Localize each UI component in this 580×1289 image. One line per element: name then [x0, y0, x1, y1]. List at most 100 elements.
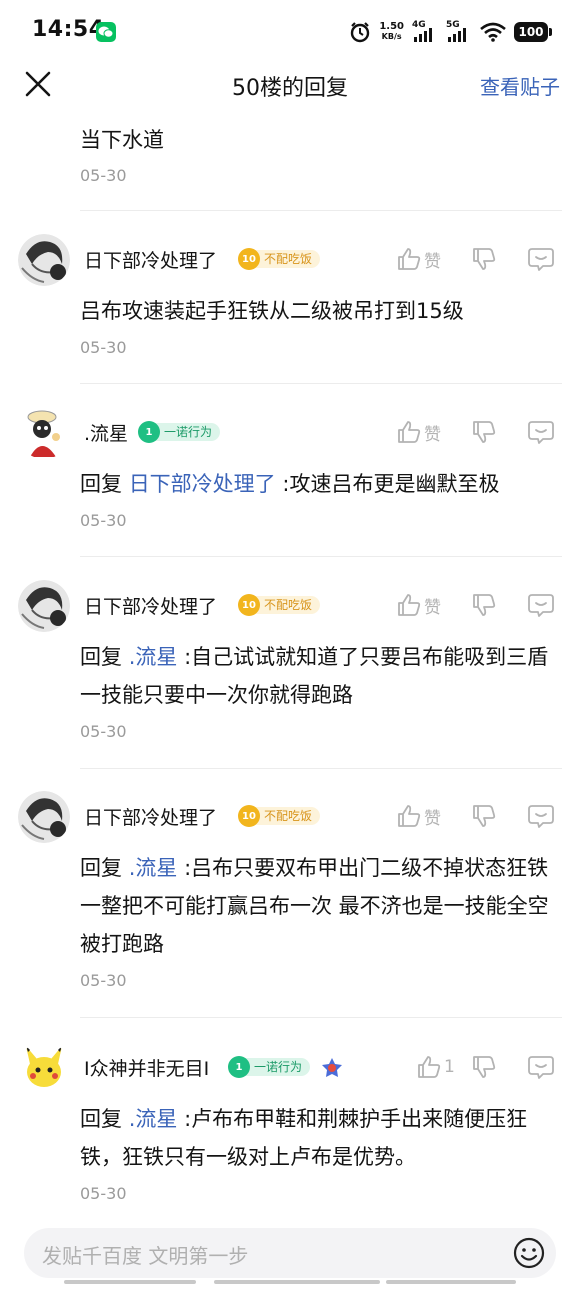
dislike-button[interactable]	[471, 1052, 497, 1082]
level-badge: 10 不配吃饭	[238, 594, 321, 616]
speed-value: 1.50	[379, 21, 404, 32]
reply-prefix: 回复	[80, 856, 122, 880]
username[interactable]: I众神并非无目I	[84, 1054, 209, 1081]
comment-date: 05-30	[80, 971, 127, 990]
reply-prefix: 回复	[80, 472, 122, 496]
dislike-button[interactable]	[471, 590, 497, 620]
signal-4g: 4G	[412, 20, 438, 44]
comment-date: 05-30	[80, 338, 127, 357]
comment-item: 日下部冷处理了 10 不配吃饭 赞 吕布攻速装起手狂铁从二级被吊打到15级 05…	[0, 234, 580, 384]
reply-button[interactable]	[527, 801, 555, 831]
comment-text: 回复 日下部冷处理了 :攻速吕布更是幽默至极	[80, 465, 564, 503]
like-label: 赞	[424, 597, 441, 618]
comment-icon	[528, 248, 554, 271]
comment-text: 吕布攻速装起手狂铁从二级被吊打到15级	[80, 292, 564, 330]
reply-to-user[interactable]: .流星	[129, 645, 178, 669]
like-button[interactable]: 赞	[396, 801, 441, 831]
reply-button[interactable]	[527, 244, 555, 274]
thumbs-down-icon	[473, 594, 496, 616]
thumbs-up-icon	[398, 594, 421, 616]
thumbs-down-icon	[473, 805, 496, 827]
avatar[interactable]	[18, 234, 70, 286]
speed-unit: KB/s	[381, 32, 402, 41]
dislike-button[interactable]	[471, 417, 497, 447]
level-icon: 10	[238, 594, 260, 616]
username[interactable]: .流星	[84, 419, 128, 446]
level-badge: 10 不配吃饭	[238, 805, 321, 827]
comment-date: 05-30	[80, 722, 127, 741]
like-button[interactable]: 赞	[396, 244, 441, 274]
reply-to-user[interactable]: 日下部冷处理了	[129, 472, 276, 496]
thumbs-up-icon	[418, 1056, 441, 1078]
comment-item: .流星 1 一诺行为 赞 回复 日下部冷处理了 :攻速吕布更是幽默至极 05-3…	[0, 407, 580, 557]
comment-body: 吕布攻速装起手狂铁从二级被吊打到15级	[80, 299, 464, 323]
divider	[80, 210, 562, 211]
bottom-input-bar: 发贴千百度 文明第一步	[0, 1214, 580, 1289]
battery-indicator: 100	[514, 22, 552, 42]
home-indicator	[214, 1280, 380, 1284]
network-speed: 1.50 KB/s	[379, 22, 404, 42]
comment-body: :攻速吕布更是幽默至极	[282, 472, 500, 496]
level-icon: 10	[238, 805, 260, 827]
reply-button[interactable]	[527, 590, 555, 620]
comment-text: 回复 .流星 :卢布布甲鞋和荆棘护手出来随便压狂铁，狂铁只有一级对上卢布是优势。	[80, 1100, 564, 1176]
thumbs-down-icon	[473, 248, 496, 270]
thumbs-down-icon	[473, 1056, 496, 1078]
like-button[interactable]: 1	[416, 1052, 455, 1082]
like-button[interactable]: 赞	[396, 590, 441, 620]
reply-prefix: 回复	[80, 1107, 122, 1131]
view-post-link[interactable]: 查看贴子	[480, 71, 560, 100]
first-reply-date: 05-30	[80, 166, 127, 185]
comment-date: 05-30	[80, 1184, 127, 1203]
first-reply-text: 当下水道	[80, 128, 164, 152]
avatar[interactable]	[18, 1042, 70, 1094]
comment-icon	[528, 594, 554, 617]
level-badge: 1 一诺行为	[138, 421, 221, 443]
thumbs-up-icon	[398, 805, 421, 827]
reply-button[interactable]	[527, 417, 555, 447]
comment-actions: 赞	[396, 244, 562, 274]
reply-input-placeholder: 发贴千百度 文明第一步	[42, 1244, 249, 1268]
comment-text: 回复 .流星 :吕布只要双布甲出门二级不掉状态狂铁一整把不可能打赢吕布一次 最不…	[80, 849, 564, 963]
reply-prefix: 回复	[80, 645, 122, 669]
like-count: 1	[444, 1057, 455, 1077]
username[interactable]: 日下部冷处理了	[84, 246, 217, 273]
status-time: 14:54	[32, 17, 105, 42]
username[interactable]: 日下部冷处理了	[84, 592, 217, 619]
alarm-icon	[351, 22, 370, 43]
username[interactable]: 日下部冷处理了	[84, 803, 217, 830]
avatar[interactable]	[18, 580, 70, 632]
like-button[interactable]: 赞	[396, 417, 441, 447]
level-badge: 1 一诺行为	[228, 1056, 311, 1078]
wifi-icon	[480, 22, 506, 42]
like-label: 赞	[424, 251, 441, 272]
like-label: 赞	[424, 808, 441, 829]
dislike-button[interactable]	[471, 244, 497, 274]
vip-crown-icon	[320, 1056, 344, 1084]
comment-actions: 1	[416, 1052, 562, 1082]
status-icons: 1.50 KB/s 4G 5G 100	[349, 18, 552, 46]
wechat-icon	[96, 22, 116, 42]
reply-to-user[interactable]: .流星	[129, 856, 178, 880]
level-icon: 10	[238, 248, 260, 270]
emoji-icon	[513, 1237, 545, 1269]
home-indicator	[64, 1280, 196, 1284]
comment-actions: 赞	[396, 590, 562, 620]
status-bar: 14:54 1.50 KB/s 4G 5G 100	[0, 0, 580, 62]
reply-button[interactable]	[527, 1052, 555, 1082]
comment-icon	[528, 1056, 554, 1079]
avatar[interactable]	[18, 407, 70, 459]
signal-5g: 5G	[446, 20, 472, 44]
divider	[80, 1017, 562, 1018]
avatar[interactable]	[18, 791, 70, 843]
reply-to-user[interactable]: .流星	[129, 1107, 178, 1131]
comment-actions: 赞	[396, 417, 562, 447]
divider	[80, 768, 562, 769]
reply-input[interactable]: 发贴千百度 文明第一步	[24, 1228, 556, 1278]
comment-item: 日下部冷处理了 10 不配吃饭 赞 回复 .流星 :自己试试就知道了只要吕布能吸…	[0, 580, 580, 770]
comment-text: 回复 .流星 :自己试试就知道了只要吕布能吸到三盾一技能只要中一次你就得跑路	[80, 638, 564, 714]
dislike-button[interactable]	[471, 801, 497, 831]
nav-bar: 50楼的回复 查看贴子	[0, 62, 580, 108]
emoji-button[interactable]	[512, 1236, 546, 1270]
comment-actions: 赞	[396, 801, 562, 831]
